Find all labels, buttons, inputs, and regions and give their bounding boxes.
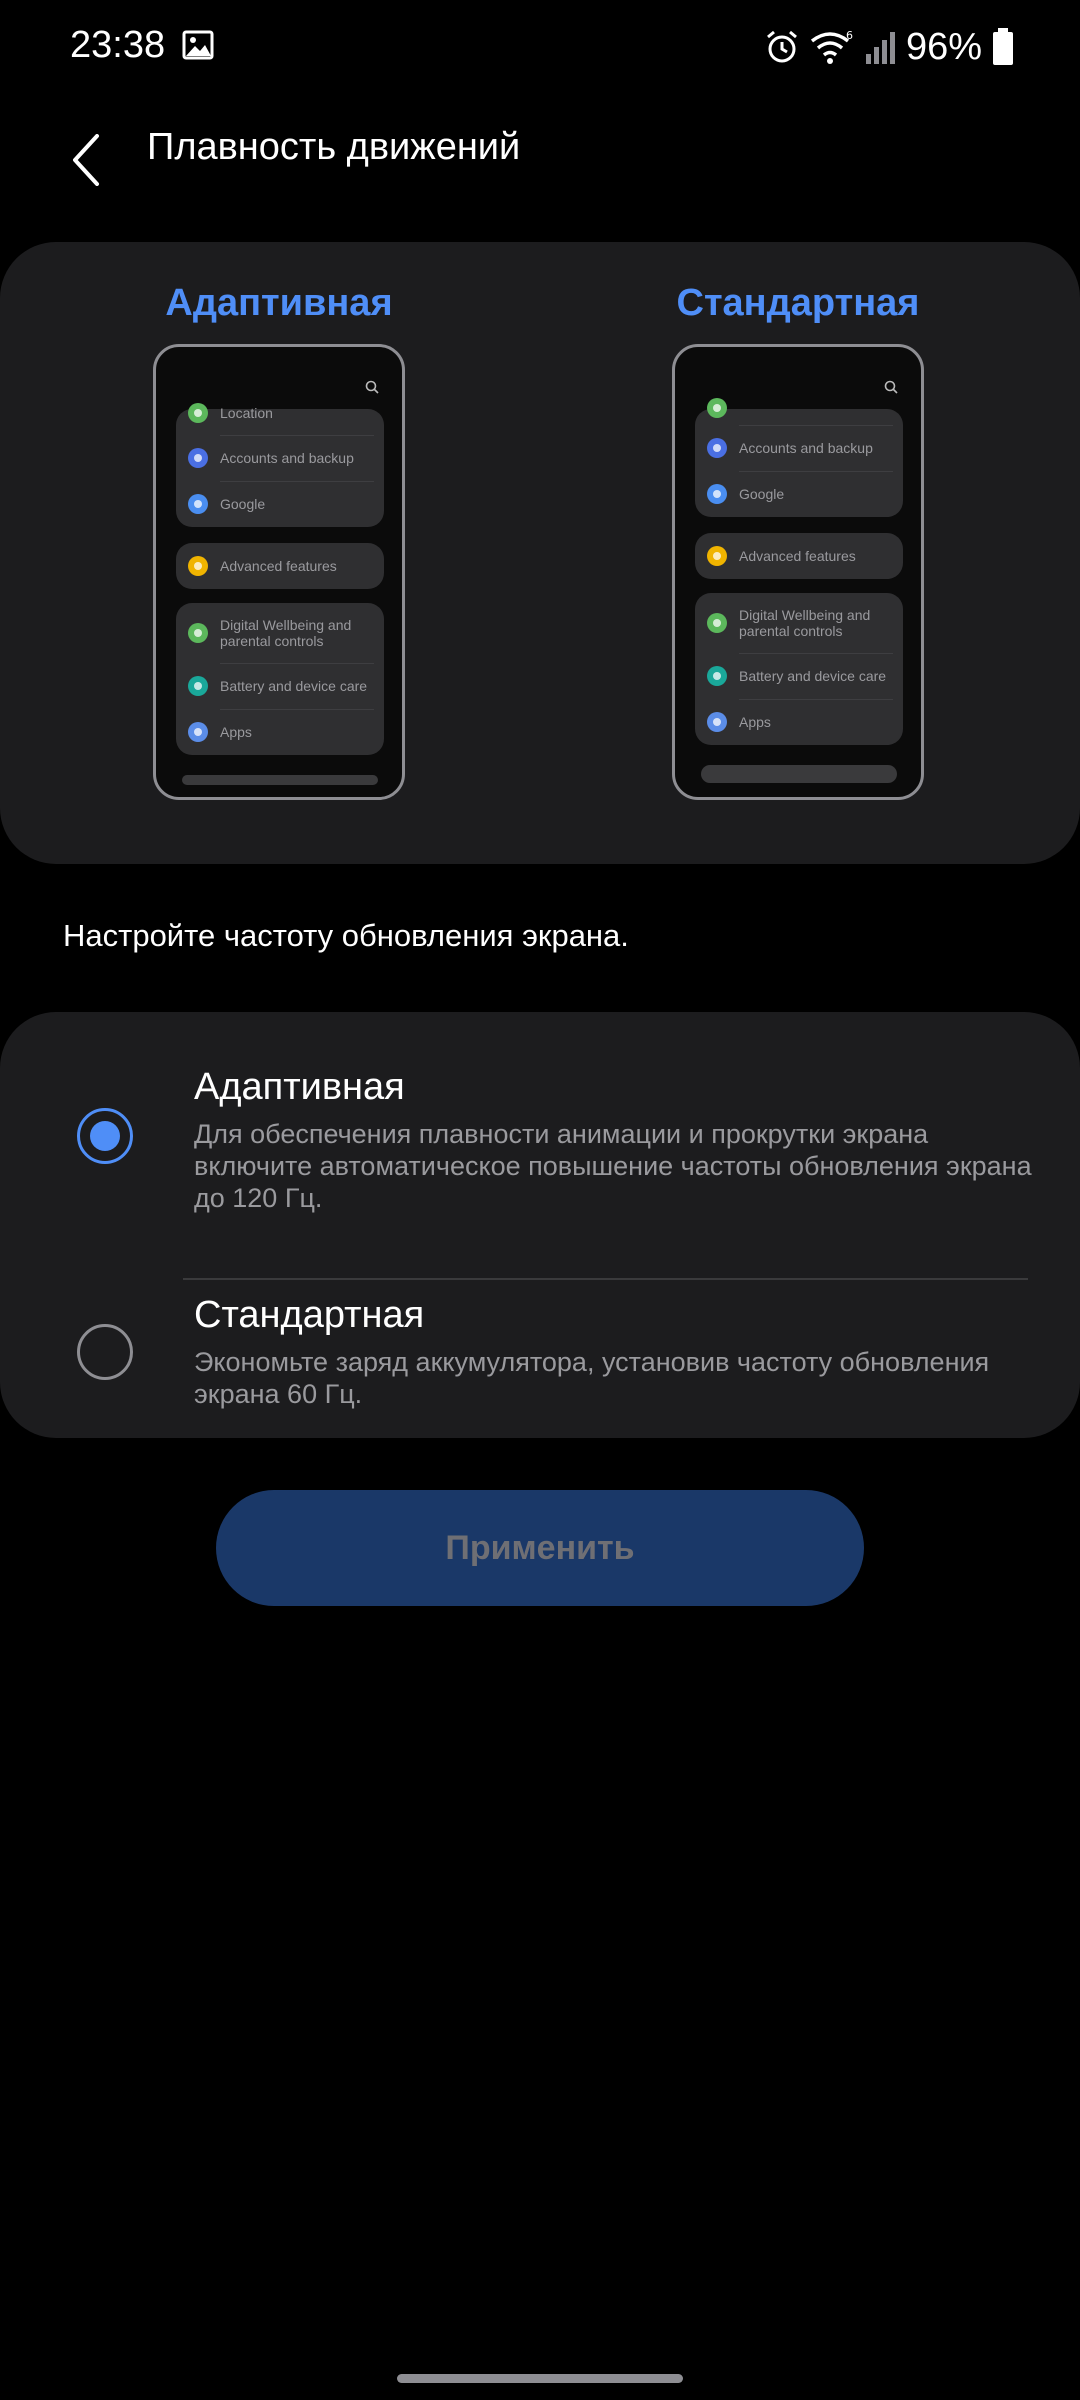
mini-row: Accounts and backup	[176, 435, 384, 481]
mini-row-label: Advanced features	[739, 548, 856, 564]
option-adaptive[interactable]: Адаптивная Для обеспечения плавности ани…	[0, 1052, 1080, 1280]
mini-row-label: Google	[739, 486, 785, 502]
location-icon	[188, 403, 208, 423]
mini-row: Location	[176, 403, 384, 435]
mini-row: Digital Wellbeing and parental controls	[176, 603, 384, 663]
mini-row: Battery and device care	[176, 663, 384, 709]
battery-care-icon	[707, 666, 727, 686]
alarm-icon	[766, 30, 797, 63]
search-icon	[365, 380, 379, 394]
mini-row: Battery and device care	[695, 653, 903, 699]
battery-icon	[993, 28, 1013, 65]
preview-adaptive-label: Адаптивная	[165, 282, 393, 324]
preview-standard-label: Стандартная	[676, 282, 920, 324]
option-adaptive-title: Адаптивная	[194, 1066, 405, 1108]
phone-mockup-standard: Accounts and backup Google Advanced feat…	[672, 344, 924, 800]
mini-row-label: Google	[220, 496, 266, 512]
mini-group: Advanced features	[176, 543, 384, 589]
mini-group: Advanced features	[695, 533, 903, 579]
status-bar: 23:38 6 96%	[0, 0, 1080, 96]
page-title: Плавность движений	[147, 126, 521, 168]
back-button[interactable]	[56, 120, 116, 200]
signal-icon	[865, 32, 895, 64]
mini-row: Apps	[695, 699, 903, 745]
mini-row: Accounts and backup	[695, 425, 903, 471]
apply-button[interactable]: Применить	[216, 1490, 864, 1606]
mini-row: Digital Wellbeing and parental controls	[695, 593, 903, 653]
header: Плавность движений	[0, 110, 1080, 210]
svg-text:6: 6	[846, 29, 853, 42]
mini-row-label: Accounts and backup	[739, 440, 873, 456]
battery-care-icon	[188, 676, 208, 696]
gear-icon	[188, 556, 208, 576]
description-text: Настройте частоту обновления экрана.	[63, 918, 629, 953]
wifi-icon: 6	[810, 29, 853, 64]
mini-row-label: Advanced features	[220, 558, 337, 574]
mini-bottom-bar	[701, 765, 897, 783]
status-time: 23:38	[70, 24, 166, 66]
google-icon	[707, 484, 727, 504]
mini-row-label: Battery and device care	[220, 678, 368, 694]
image-icon	[182, 30, 214, 60]
mini-group: Digital Wellbeing and parental controls …	[695, 593, 903, 745]
location-icon	[707, 398, 727, 418]
radio-adaptive[interactable]	[77, 1108, 133, 1164]
mini-row: Apps	[176, 709, 384, 755]
mini-row: Google	[695, 471, 903, 517]
radio-standard[interactable]	[77, 1324, 133, 1380]
mini-row-label: Apps	[220, 724, 252, 740]
option-standard[interactable]: Стандартная Экономьте заряд аккумулятора…	[0, 1280, 1080, 1420]
mini-row-label: Location	[220, 405, 273, 421]
mini-group: Location Accounts and backup Google	[176, 403, 384, 527]
option-adaptive-desc: Для обеспечения плавности анимации и про…	[194, 1119, 1032, 1213]
search-icon	[884, 380, 898, 394]
mini-row	[695, 398, 903, 425]
options-card: Адаптивная Для обеспечения плавности ани…	[0, 1012, 1080, 1438]
sync-icon	[188, 448, 208, 468]
wellbeing-icon	[188, 623, 208, 643]
mini-bottom-bar	[182, 775, 378, 785]
option-standard-title: Стандартная	[194, 1294, 425, 1336]
mini-group: Digital Wellbeing and parental controls …	[176, 603, 384, 755]
option-standard-desc: Экономьте заряд аккумулятора, установив …	[194, 1347, 990, 1409]
mini-group: Accounts and backup Google	[695, 398, 903, 517]
status-icons: 6 96%	[764, 22, 1014, 72]
mini-row-label: Accounts and backup	[220, 450, 354, 466]
apps-icon	[707, 712, 727, 732]
apps-icon	[188, 722, 208, 742]
mini-row: Advanced features	[695, 533, 903, 579]
mini-row: Advanced features	[176, 543, 384, 589]
gear-icon	[707, 546, 727, 566]
mini-row: Google	[176, 481, 384, 527]
preview-card: Адаптивная Location Accounts and backup …	[0, 242, 1080, 864]
sync-icon	[707, 438, 727, 458]
wellbeing-icon	[707, 613, 727, 633]
mini-row-label: Digital Wellbeing and parental controls	[220, 617, 352, 649]
mini-row-label: Apps	[739, 714, 771, 730]
mini-row-label: Digital Wellbeing and parental controls	[739, 607, 871, 639]
mini-row-label: Battery and device care	[739, 668, 887, 684]
chevron-left-icon	[73, 134, 99, 186]
gesture-nav-handle[interactable]	[397, 2374, 683, 2383]
google-icon	[188, 494, 208, 514]
battery-percentage: 96%	[905, 25, 982, 68]
phone-mockup-adaptive: Location Accounts and backup Google Adva…	[153, 344, 405, 800]
